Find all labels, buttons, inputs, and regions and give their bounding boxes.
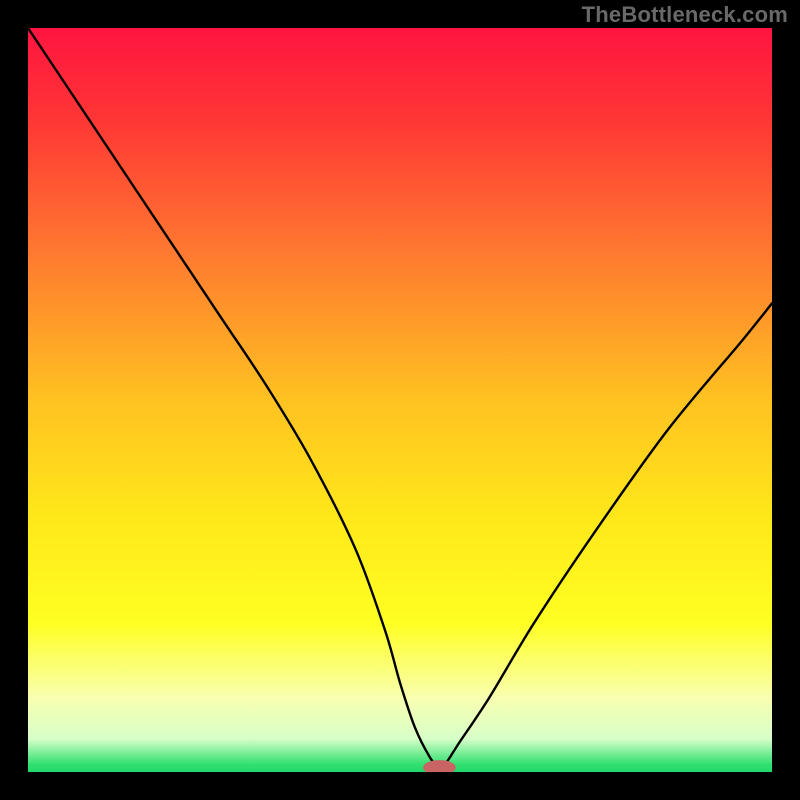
gradient-background	[28, 28, 772, 772]
watermark-text: TheBottleneck.com	[582, 2, 788, 28]
chart-svg	[28, 28, 772, 772]
plot-area	[28, 28, 772, 772]
chart-frame: TheBottleneck.com	[0, 0, 800, 800]
